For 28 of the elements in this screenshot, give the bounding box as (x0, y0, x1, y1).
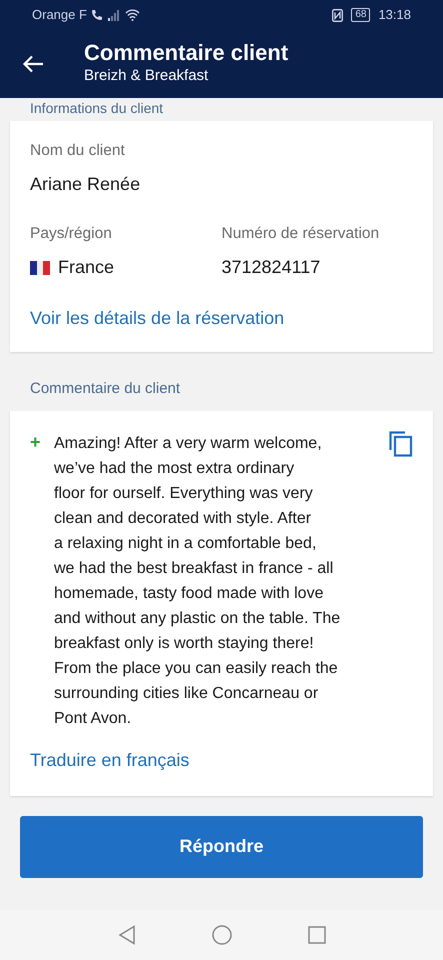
review-text: Amazing! After a very warm welcome, we’ve had the most extra ordinary floor for ourself. Everything was very clean and decorated with style. After a relaxing night in a comfortable bed, we had the best breakfast in france - all homemade, tasty food made with love and without any plastic on the table. The breakfast only is worth staying there! From the place you can easily reach the surrounding cities like Concarneau or Pont Avon. (54, 434, 342, 728)
client-name: Ariane Renée (30, 174, 140, 194)
back-nav-icon[interactable] (118, 925, 136, 945)
country-value: France (58, 256, 114, 279)
battery-level: 68 (351, 8, 370, 22)
copy-icon[interactable] (389, 430, 413, 456)
section-title: Commentaire du client (29, 379, 182, 399)
recents-nav-icon[interactable] (308, 926, 326, 944)
wifi-icon (124, 9, 140, 21)
back-arrow-icon[interactable] (22, 55, 44, 73)
translate-link[interactable]: Traduire en français (30, 750, 190, 770)
carrier-name: Orange F (32, 6, 87, 24)
property-name: Breizh & Breakfast (84, 66, 210, 86)
signal-icon (106, 10, 121, 20)
phone-icon (90, 9, 103, 21)
booking-details-link[interactable]: Voir les détails de la réservation (30, 308, 284, 328)
home-nav-icon[interactable] (212, 925, 232, 945)
screen-title: Commentaire client (84, 40, 288, 65)
field-label: Nom du client (30, 142, 125, 159)
reply-button[interactable]: Répondre (20, 816, 423, 878)
clock-time: 13:18 (378, 6, 411, 24)
flag-icon (30, 260, 50, 274)
section-title: Informations du client (29, 99, 164, 118)
field-label: Numéro de réservation (222, 225, 380, 242)
nfc-icon (332, 8, 344, 22)
field-label: Pays/région (30, 225, 112, 242)
booking-number: 3712824117 (222, 257, 320, 277)
plus-sign: + (30, 430, 42, 452)
